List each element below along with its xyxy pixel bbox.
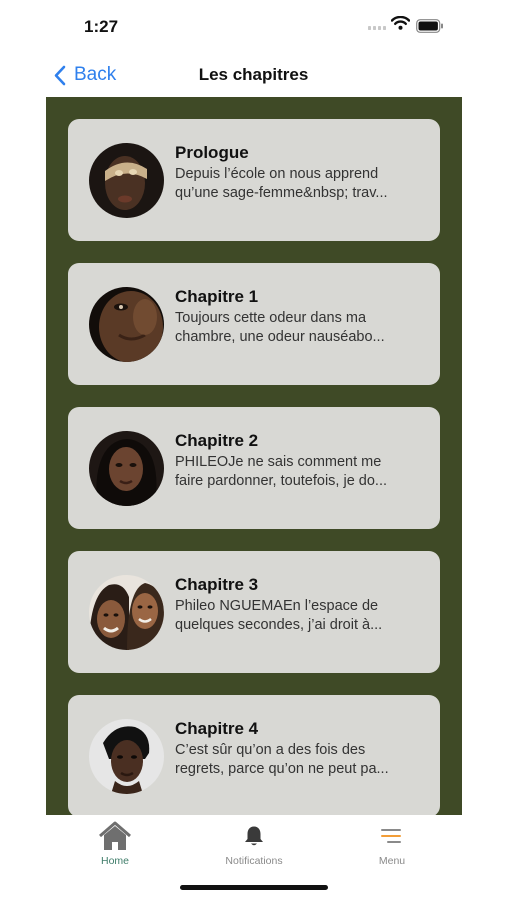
status-time: 1:27 (84, 17, 119, 36)
chapter-thumbnail (89, 143, 164, 218)
page-title: Les chapitres (198, 65, 309, 84)
chapter-excerpt: PHILEOJe ne sais comment me faire pardon… (175, 454, 387, 489)
home-indicator (180, 885, 328, 890)
chapter-thumbnail (89, 575, 164, 650)
tab-menu-label: Menu (378, 855, 406, 867)
battery-icon (416, 19, 443, 33)
chapter-thumbnail (89, 719, 164, 794)
status-bar: 1:27 (0, 0, 507, 50)
chapter-title: Chapitre 3 (175, 575, 259, 594)
chapter-excerpt: Depuis l’école on nous apprend qu’une sa… (175, 166, 388, 201)
cellular-signal-icon (368, 26, 386, 30)
chapter-card-2[interactable]: Chapitre 2 PHILEOJe ne sais comment me f… (68, 407, 440, 529)
chapter-card-1[interactable]: Chapitre 1 Toujours cette odeur dans ma … (68, 263, 440, 385)
chapter-card-4[interactable]: Chapitre 4 C’est sûr qu’on a des fois de… (68, 695, 440, 815)
navigation-bar: Back Les chapitres (0, 52, 507, 96)
tab-home[interactable]: Home (55, 815, 175, 871)
chapter-excerpt: Toujours cette odeur dans ma chambre, un… (175, 310, 385, 345)
wifi-icon (391, 16, 410, 30)
chapter-thumbnail (89, 431, 164, 506)
chapter-title: Prologue (175, 143, 249, 162)
chapter-thumbnail (89, 287, 164, 362)
tab-menu[interactable]: Menu (332, 815, 452, 871)
bell-icon (245, 826, 263, 846)
chapter-excerpt: C’est sûr qu’on a des fois des regrets, … (175, 742, 389, 777)
chapter-excerpt: Phileo NGUEMAEn l’espace de quelques sec… (175, 598, 383, 633)
chapter-title: Chapitre 4 (175, 719, 259, 738)
chapter-card-prologue[interactable]: Prologue Depuis l’école on nous apprend … (68, 119, 440, 241)
tab-home-label: Home (100, 855, 129, 867)
chapter-card-3[interactable]: Chapitre 3 Phileo NGUEMAEn l’espace de q… (68, 551, 440, 673)
chapter-list[interactable]: Prologue Depuis l’école on nous apprend … (46, 97, 462, 815)
menu-icon (381, 829, 401, 843)
home-icon (99, 821, 131, 850)
chapter-title: Chapitre 2 (175, 431, 259, 450)
tab-notifications[interactable]: Notifications (194, 815, 314, 871)
tab-notifications-label: Notifications (225, 855, 283, 867)
chapter-title: Chapitre 1 (175, 287, 259, 306)
